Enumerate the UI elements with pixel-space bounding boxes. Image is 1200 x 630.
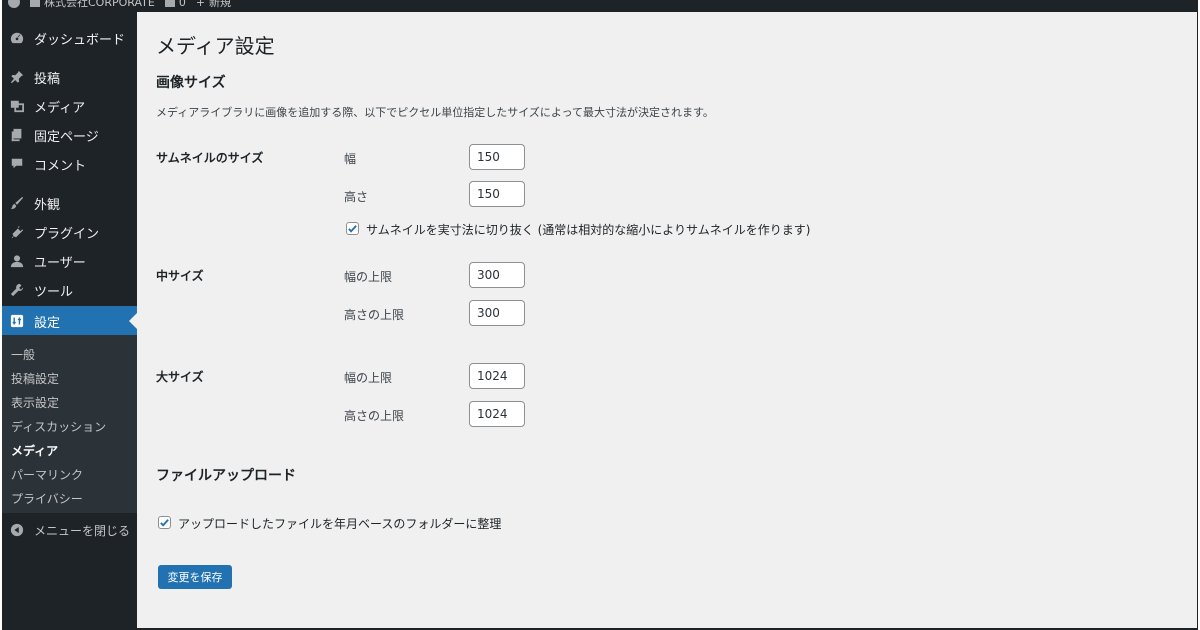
- collapse-menu-label: メニューを閉じる: [34, 523, 131, 538]
- sidebar-item-label: ダッシュボード: [34, 32, 126, 48]
- uploads-year-month-label: アップロードしたファイルを年月ベースのフォルダーに整理: [178, 517, 502, 531]
- plugin-icon: [9, 224, 25, 240]
- submenu-item-reading[interactable]: 表示設定: [11, 394, 59, 411]
- medium-size-label: 中サイズ: [156, 269, 204, 283]
- comments-link[interactable]: 0: [164, 0, 186, 9]
- image-sizes-description: メディアライブラリに画像を追加する際、以下でピクセル単位指定したサイズによって最…: [156, 106, 714, 119]
- sidebar-item-label: 設定: [34, 315, 61, 331]
- submenu-item-media[interactable]: メディア: [11, 442, 58, 459]
- sidebar-item-users[interactable]: ユーザー: [2, 246, 137, 276]
- sidebar-item-tools[interactable]: ツール: [2, 275, 137, 305]
- checkmark-icon: [160, 519, 169, 527]
- new-label: 新規: [209, 0, 232, 9]
- admin-sidebar: ダッシュボード 投稿 メディア 固定ページ コメント 外観 プラグイン ユーザー…: [2, 12, 137, 628]
- collapse-arrow-icon: [9, 522, 25, 538]
- large-height-label: 高さの上限: [344, 409, 405, 423]
- sidebar-item-settings[interactable]: 設定: [2, 306, 137, 336]
- page-icon: [9, 127, 25, 143]
- dashboard-icon: [9, 30, 25, 46]
- image-sizes-heading: 画像サイズ: [156, 75, 226, 91]
- admin-bar: 株式会社CORPORATE 0 + 新規: [2, 0, 1197, 12]
- main-content: メディア設定 画像サイズ メディアライブラリに画像を追加する際、以下でピクセル単…: [137, 12, 1197, 628]
- thumbnail-crop-label: サムネイルを実寸法に切り抜く (通常は相対的な縮小によりサムネイルを作ります): [366, 223, 811, 237]
- brush-icon: [9, 195, 25, 211]
- save-changes-button[interactable]: 変更を保存: [158, 565, 232, 589]
- thumbnail-crop-checkbox[interactable]: [346, 222, 359, 235]
- sidebar-item-label: プラグイン: [34, 226, 100, 242]
- new-content-link[interactable]: + 新規: [196, 0, 231, 10]
- thumbnail-width-label: 幅: [344, 152, 357, 166]
- media-icon: [9, 98, 25, 114]
- home-icon: [30, 0, 40, 7]
- site-name: 株式会社CORPORATE: [44, 0, 155, 9]
- sidebar-item-posts[interactable]: 投稿: [2, 62, 137, 92]
- sidebar-item-label: ユーザー: [34, 255, 86, 271]
- medium-height-input[interactable]: [469, 300, 525, 326]
- pin-icon: [9, 69, 25, 85]
- sidebar-item-label: 外観: [34, 197, 61, 213]
- page-title: メディア設定: [156, 34, 275, 58]
- sidebar-item-label: メディア: [34, 100, 86, 116]
- comments-count: 0: [178, 0, 186, 9]
- submenu-item-discussion[interactable]: ディスカッション: [11, 418, 106, 435]
- settings-submenu: 一般 投稿設定 表示設定 ディスカッション メディア パーマリンク プライバシー: [2, 335, 137, 513]
- wrench-icon: [9, 282, 25, 298]
- sidebar-item-comments[interactable]: コメント: [2, 149, 137, 179]
- checkmark-icon: [348, 225, 357, 233]
- collapse-menu-button[interactable]: メニューを閉じる: [2, 515, 137, 545]
- thumbnail-height-input[interactable]: [469, 181, 525, 207]
- thumbnail-height-label: 高さ: [344, 190, 369, 204]
- large-size-label: 大サイズ: [156, 370, 204, 384]
- submenu-item-writing[interactable]: 投稿設定: [11, 370, 59, 387]
- large-width-input[interactable]: [469, 363, 525, 389]
- user-icon: [9, 253, 25, 269]
- plus-icon: +: [195, 0, 206, 9]
- sidebar-item-label: 投稿: [34, 71, 61, 87]
- wordpress-logo-icon[interactable]: [8, 0, 20, 8]
- thumbnail-size-label: サムネイルのサイズ: [156, 151, 264, 165]
- file-uploads-heading: ファイルアップロード: [156, 468, 296, 484]
- sidebar-item-label: ツール: [34, 284, 74, 300]
- submenu-item-general[interactable]: 一般: [11, 346, 35, 363]
- comment-bubble-icon: [164, 0, 175, 7]
- medium-height-label: 高さの上限: [344, 308, 405, 322]
- sidebar-item-label: コメント: [34, 158, 87, 174]
- thumbnail-width-input[interactable]: [469, 144, 525, 170]
- sidebar-item-media[interactable]: メディア: [2, 91, 137, 121]
- medium-width-input[interactable]: [469, 262, 525, 288]
- submenu-item-permalinks[interactable]: パーマリンク: [11, 466, 83, 483]
- sidebar-item-plugins[interactable]: プラグイン: [2, 217, 137, 247]
- medium-width-label: 幅の上限: [344, 270, 393, 284]
- large-height-input[interactable]: [469, 401, 525, 427]
- sidebar-item-dashboard[interactable]: ダッシュボード: [2, 23, 137, 53]
- settings-icon: [9, 313, 25, 329]
- submenu-item-privacy[interactable]: プライバシー: [11, 490, 83, 507]
- uploads-year-month-checkbox[interactable]: [158, 516, 171, 529]
- sidebar-item-label: 固定ページ: [34, 129, 99, 145]
- large-width-label: 幅の上限: [344, 371, 393, 385]
- comment-icon: [9, 156, 25, 172]
- sidebar-item-pages[interactable]: 固定ページ: [2, 120, 137, 150]
- site-name-link[interactable]: 株式会社CORPORATE: [30, 0, 155, 10]
- sidebar-item-appearance[interactable]: 外観: [2, 188, 137, 218]
- admin-screen: 株式会社CORPORATE 0 + 新規 ダッシュボード 投稿 メディア 固定ペ…: [2, 0, 1198, 630]
